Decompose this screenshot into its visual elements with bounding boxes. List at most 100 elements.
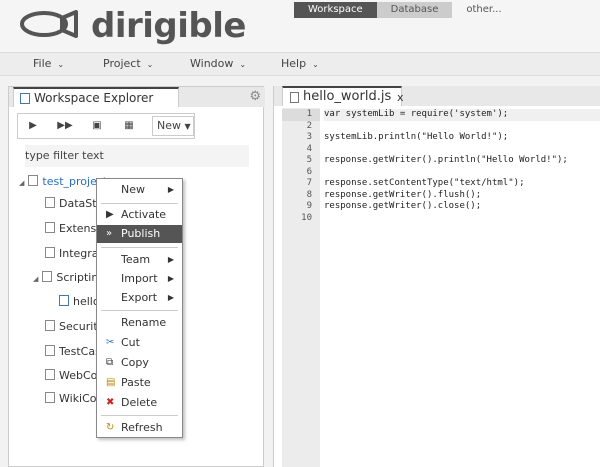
editor-panel: hello_world.js x 1 2 3 4 5 6 7 8 9 10 va… bbox=[273, 86, 600, 467]
save-all-icon[interactable]: ▦ bbox=[118, 117, 140, 135]
perspective-workspace[interactable]: Workspace bbox=[294, 2, 377, 18]
new-dropdown[interactable]: New ▼ bbox=[152, 116, 194, 136]
menu-window[interactable]: Window ⌄ bbox=[190, 57, 246, 70]
perspective-other[interactable]: other... bbox=[452, 2, 515, 18]
tree-item[interactable]: DataStr bbox=[45, 197, 101, 210]
ctx-cut[interactable]: ✂ Cut bbox=[97, 334, 182, 352]
app-name: dirigible bbox=[91, 6, 246, 46]
file-icon bbox=[290, 92, 299, 103]
ctx-copy-label: Copy bbox=[121, 356, 149, 369]
menu-project[interactable]: Project ⌄ bbox=[103, 57, 153, 70]
editor-tab[interactable]: hello_world.js x bbox=[282, 86, 404, 106]
context-menu: New ▶ ▶ Activate » Publish Team ▶ Import ▶ Ex… bbox=[96, 178, 183, 438]
ctx-team[interactable]: Team ▶ bbox=[97, 251, 182, 269]
fast-forward-icon[interactable]: ▶▶ bbox=[54, 117, 76, 135]
ctx-team-label: Team bbox=[121, 253, 151, 266]
tree-project[interactable]: ◢ test_project bbox=[19, 175, 107, 188]
submenu-arrow-icon: ▶ bbox=[167, 293, 174, 302]
code-line[interactable]: response.getWriter().close(); bbox=[324, 201, 481, 213]
folder-icon bbox=[45, 320, 55, 331]
tree-item[interactable]: ◢ Scriptin bbox=[33, 271, 98, 284]
ctx-delete-label: Delete bbox=[121, 396, 158, 409]
menu-window-label: Window bbox=[190, 57, 234, 70]
save-icon[interactable]: ▣ bbox=[86, 117, 108, 135]
ctx-import-label: Import bbox=[121, 272, 158, 285]
submenu-arrow-icon: ▶ bbox=[167, 274, 174, 283]
tree-item[interactable]: TestCas bbox=[45, 345, 101, 358]
tree-item[interactable]: hello bbox=[59, 295, 100, 308]
explorer-header: Workspace Explorer ⚙ bbox=[9, 87, 265, 107]
tree-item-label: Integra bbox=[59, 247, 99, 260]
menu-file[interactable]: File ⌄ bbox=[33, 57, 64, 70]
folder-icon bbox=[45, 369, 55, 380]
line-number: 2 bbox=[306, 120, 312, 131]
ctx-copy[interactable]: ⧉ Copy bbox=[97, 354, 182, 372]
separator bbox=[101, 415, 178, 416]
ctx-export-label: Export bbox=[121, 291, 158, 304]
play-icon: ▶ bbox=[106, 209, 114, 220]
ctx-paste-label: Paste bbox=[121, 376, 151, 389]
menu-help[interactable]: Help ⌄ bbox=[281, 57, 319, 70]
tree-item-label: TestCas bbox=[59, 345, 101, 358]
code-line[interactable]: response.getWriter().println("Hello Worl… bbox=[324, 155, 568, 167]
ctx-paste[interactable]: ▤ Paste bbox=[97, 374, 182, 392]
caret-down-icon: ▼ bbox=[184, 122, 191, 131]
tree-item[interactable]: Integra bbox=[45, 247, 99, 260]
gear-icon[interactable]: ⚙ bbox=[249, 89, 261, 104]
line-number: 3 bbox=[306, 132, 312, 142]
refresh-icon: ↻ bbox=[106, 422, 115, 433]
tree-item[interactable]: WikiCon bbox=[45, 392, 104, 405]
folder-icon bbox=[45, 197, 55, 208]
ctx-activate[interactable]: ▶ Activate bbox=[97, 206, 182, 224]
explorer-title: Workspace Explorer bbox=[34, 91, 154, 105]
menu-help-label: Help bbox=[281, 57, 307, 70]
ctx-import[interactable]: Import ▶ bbox=[97, 270, 182, 288]
line-number: 5 bbox=[306, 155, 312, 165]
run-icon[interactable]: ▶ bbox=[22, 117, 44, 135]
code-line[interactable]: var systemLib = require('system'); bbox=[324, 109, 600, 121]
ctx-refresh-label: Refresh bbox=[121, 421, 163, 434]
paste-icon: ▤ bbox=[106, 377, 116, 388]
tree-item-label: DataStr bbox=[59, 197, 102, 210]
ctx-publish[interactable]: » Publish bbox=[97, 225, 182, 243]
line-number: 9 bbox=[306, 201, 312, 211]
chevron-down-icon: ⌄ bbox=[312, 60, 319, 69]
ctx-rename-label: Rename bbox=[121, 316, 167, 329]
separator bbox=[101, 310, 178, 311]
menu-bar: File ⌄ Project ⌄ Window ⌄ Help ⌄ bbox=[0, 52, 600, 76]
editor-header: hello_world.js x bbox=[274, 86, 600, 106]
delete-icon: ✖ bbox=[106, 397, 115, 408]
new-label: New bbox=[157, 119, 181, 132]
line-number: 7 bbox=[306, 178, 312, 188]
ctx-new[interactable]: New ▶ bbox=[97, 181, 182, 199]
ctx-activate-label: Activate bbox=[121, 208, 167, 221]
ctx-publish-label: Publish bbox=[121, 227, 161, 240]
filter-input[interactable]: type filter text bbox=[25, 145, 249, 167]
ctx-delete[interactable]: ✖ Delete bbox=[97, 394, 182, 412]
js-file-icon bbox=[59, 295, 69, 306]
line-number: 8 bbox=[306, 189, 312, 200]
ctx-export[interactable]: Export ▶ bbox=[97, 289, 182, 307]
folder-icon bbox=[42, 271, 53, 282]
code-line[interactable]: systemLib.println("Hello World!"); bbox=[324, 132, 508, 144]
code-line[interactable]: response.setContentType("text/html"); bbox=[324, 178, 524, 190]
project-icon bbox=[28, 175, 39, 186]
separator bbox=[101, 247, 178, 248]
ctx-refresh[interactable]: ↻ Refresh bbox=[97, 419, 182, 437]
fast-forward-icon: » bbox=[106, 228, 113, 239]
ctx-rename[interactable]: Rename bbox=[97, 314, 182, 332]
blimp-icon bbox=[20, 10, 78, 38]
top-bar: dirigible Workspace Database other... bbox=[0, 0, 600, 52]
editor-tab-title: hello_world.js bbox=[303, 89, 392, 104]
close-tab-button[interactable]: x bbox=[397, 91, 404, 104]
code-line[interactable]: response.getWriter().flush(); bbox=[324, 190, 481, 202]
submenu-arrow-icon: ▶ bbox=[167, 185, 174, 194]
ctx-cut-label: Cut bbox=[121, 336, 140, 349]
scissors-icon: ✂ bbox=[106, 337, 115, 348]
line-number: 4 bbox=[306, 143, 312, 154]
perspective-database[interactable]: Database bbox=[376, 2, 453, 18]
copy-icon: ⧉ bbox=[106, 357, 114, 368]
chevron-down-icon: ⌄ bbox=[146, 60, 154, 69]
ctx-new-label: New bbox=[121, 183, 145, 196]
explorer-tab[interactable]: Workspace Explorer bbox=[13, 87, 179, 107]
